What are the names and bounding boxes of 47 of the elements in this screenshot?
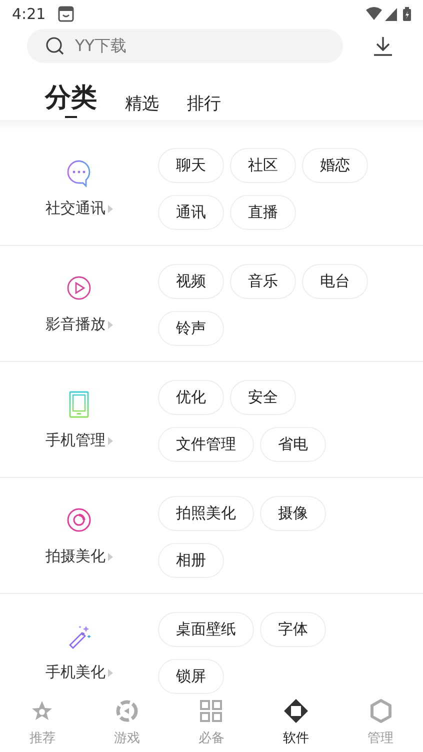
search-icon [45, 36, 65, 56]
tag-chip[interactable]: 拍照美化 [158, 496, 254, 531]
tag-chip[interactable]: 通讯 [158, 195, 224, 230]
tag-chip[interactable]: 电台 [302, 264, 368, 299]
tag-chip[interactable]: 桌面壁纸 [158, 612, 254, 647]
status-time: 4:21 [12, 4, 46, 25]
caret-icon [108, 552, 112, 560]
chat-bubble-icon [66, 159, 92, 188]
tag-chip[interactable]: 聊天 [158, 148, 224, 183]
tag-chip[interactable]: 直播 [230, 195, 296, 230]
category-name: 拍摄美化 [46, 546, 106, 568]
tag-chip[interactable]: 视频 [158, 264, 224, 299]
category-name: 手机管理 [46, 430, 106, 452]
tag-chip[interactable]: 省电 [260, 427, 326, 462]
tag-chip[interactable]: 文件管理 [158, 427, 254, 462]
search-bar[interactable]: YY下载 [27, 29, 343, 63]
tab[interactable]: 精选 [125, 94, 159, 114]
tag-chip[interactable]: 锁屏 [158, 659, 224, 694]
download-icon [373, 36, 393, 56]
grid-icon [199, 699, 224, 723]
tag-chip[interactable]: 字体 [260, 612, 326, 647]
game-ring-icon [114, 699, 139, 723]
signal-icon [385, 8, 397, 20]
diamond-icon [284, 699, 308, 723]
star-icon [30, 699, 54, 723]
download-button[interactable] [373, 36, 393, 56]
caret-icon [108, 668, 112, 676]
battery-icon [403, 7, 411, 21]
caret-icon [108, 436, 112, 444]
tab[interactable]: 排行 [187, 94, 221, 114]
tag-chip[interactable]: 摄像 [260, 496, 326, 531]
caret-icon [108, 320, 112, 328]
tag-chip[interactable]: 优化 [158, 380, 224, 415]
category-name: 手机美化 [46, 662, 106, 684]
wifi-icon [366, 7, 382, 21]
nav-tab[interactable]: 软件 [254, 695, 338, 752]
search-field[interactable]: YY下载 [73, 33, 293, 59]
tag-chip[interactable]: 社区 [230, 148, 296, 183]
notification-icon [58, 6, 74, 22]
tag-chip[interactable]: 相册 [158, 543, 224, 578]
tag-chip[interactable]: 铃声 [158, 311, 224, 346]
category-name: 社交通讯 [46, 198, 106, 220]
tag-chip[interactable]: 音乐 [230, 264, 296, 299]
tag-chip[interactable]: 婚恋 [302, 148, 368, 183]
caret-icon [108, 204, 112, 212]
category-name: 影音播放 [46, 314, 106, 336]
tag-chip[interactable]: 安全 [230, 380, 296, 415]
